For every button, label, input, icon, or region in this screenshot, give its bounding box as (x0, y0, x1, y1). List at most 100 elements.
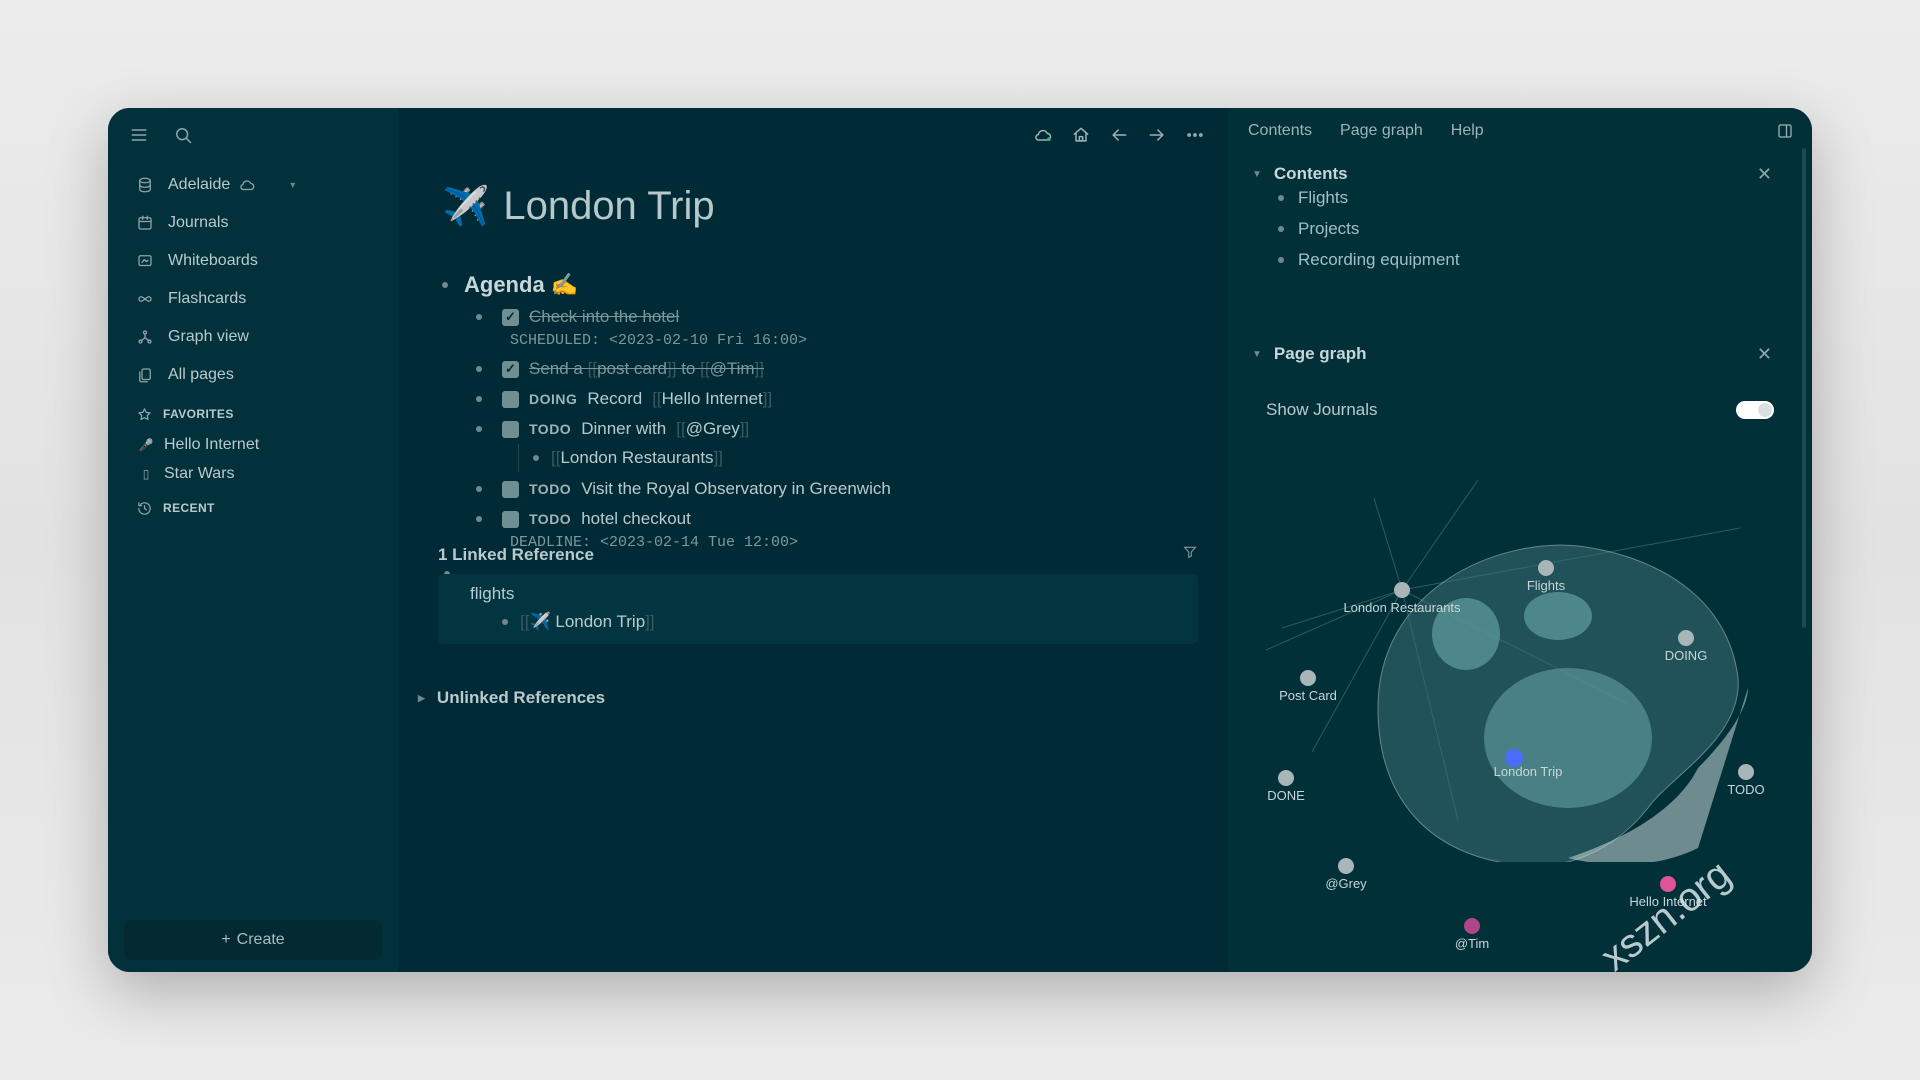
ref-bracket-close: ]] (713, 448, 724, 467)
back-arrow-icon[interactable] (1106, 122, 1132, 148)
graph-node-dot[interactable] (1464, 918, 1480, 934)
sidebar-item-flashcards[interactable]: Flashcards (128, 280, 378, 318)
task-checkbox[interactable]: ✓ (502, 360, 519, 378)
block-bullet[interactable] (442, 282, 448, 288)
child-block-london-restaurants[interactable]: [[London Restaurants]] (518, 444, 1198, 472)
page-ref-hello-internet[interactable]: Hello Internet (662, 389, 763, 408)
sidebar-item-all-pages[interactable]: All pages (128, 356, 378, 394)
task-marker-todo[interactable]: TODO (529, 421, 571, 437)
task-marker-doing[interactable]: DOING (529, 391, 577, 407)
recent-header[interactable]: RECENT (128, 492, 378, 524)
page-ref-grey[interactable]: @Grey (686, 419, 740, 438)
graph-node-label: Flights (1527, 578, 1566, 593)
page-ref-post-card[interactable]: post card (597, 359, 667, 378)
block-bullet[interactable] (476, 314, 482, 320)
task-checkbox[interactable] (502, 480, 519, 498)
sidebar-item-whiteboards[interactable]: Whiteboards (128, 242, 378, 280)
task-text: Send a [[post card]] to [[@Tim]] (529, 359, 764, 378)
graph-node-label: London Restaurants (1343, 600, 1461, 615)
task-dinner-with-grey[interactable]: TODO Dinner with [[@Grey]] (476, 414, 1198, 444)
page-icon: ▯ (142, 466, 150, 481)
chevron-down-icon[interactable]: ▼ (1252, 169, 1262, 180)
graph-node-dot[interactable] (1338, 858, 1354, 874)
create-button[interactable]: + Create (124, 920, 382, 960)
scheduled-date[interactable]: SCHEDULED: <2023-02-10 Fri 16:00> (510, 332, 1198, 354)
contents-item[interactable]: Recording equipment (1278, 244, 1460, 275)
task-checkbox[interactable] (502, 390, 519, 408)
sidebar-item-journals[interactable]: Journals (128, 204, 378, 242)
agenda-block[interactable]: Agenda ✍️ (438, 268, 1198, 302)
graph-selector[interactable]: Adelaide ▾ (128, 166, 378, 204)
unlinked-references-toggle[interactable]: ▶ Unlinked References (418, 688, 605, 708)
block-bullet[interactable] (476, 426, 482, 432)
page-title-text[interactable]: London Trip (503, 184, 714, 229)
main-toolbar (1030, 122, 1208, 148)
ref-bracket-close: ]] (754, 359, 764, 378)
task-checkbox[interactable]: ✓ (502, 308, 519, 326)
filter-icon[interactable] (1182, 544, 1198, 565)
task-checkbox[interactable] (502, 510, 519, 528)
sidebar-item-graph-view[interactable]: Graph view (128, 318, 378, 356)
graph-node-dot[interactable] (1678, 630, 1694, 646)
page-graph-section-header[interactable]: ▼ Page graph ✕ (1252, 344, 1772, 364)
page-ref-london-trip[interactable]: London Trip (555, 612, 645, 631)
task-checkbox[interactable] (502, 420, 519, 438)
chevron-down-icon[interactable]: ▾ (290, 180, 295, 191)
sync-cloud-icon[interactable] (1030, 122, 1056, 148)
graph-node-dot[interactable] (1538, 560, 1554, 576)
toggle-right-sidebar-icon[interactable] (1776, 122, 1794, 145)
graph-node-tim[interactable]: @Tim (1455, 918, 1489, 951)
favorites-header[interactable]: FAVORITES (128, 398, 378, 430)
task-marker-todo[interactable]: TODO (529, 481, 571, 497)
favorite-item-hello-internet[interactable]: 🎤 Hello Internet (128, 430, 378, 459)
page-title[interactable]: ✈️ London Trip (442, 184, 715, 229)
task-hotel-checkout[interactable]: TODO hotel checkout (476, 504, 1198, 534)
task-text: hotel checkout (581, 509, 691, 528)
block-bullet[interactable] (476, 366, 482, 372)
block-bullet[interactable] (502, 619, 508, 625)
page-ref-london-restaurants[interactable]: London Restaurants (560, 448, 713, 467)
tab-contents[interactable]: Contents (1248, 122, 1312, 140)
favorite-item-star-wars[interactable]: ▯ Star Wars (128, 459, 378, 488)
graph-node-dot[interactable] (1300, 670, 1316, 686)
close-icon[interactable]: ✕ (1757, 164, 1772, 185)
block-bullet[interactable] (476, 396, 482, 402)
search-icon[interactable] (170, 122, 196, 148)
graph-node-label: @Tim (1455, 936, 1489, 951)
linked-page-name[interactable]: flights (470, 584, 514, 604)
contents-item[interactable]: Flights (1278, 182, 1460, 213)
task-send-post-card[interactable]: ✓ Send a [[post card]] to [[@Tim]] (476, 354, 1198, 384)
show-journals-toggle[interactable] (1736, 401, 1774, 419)
ref-bracket-open: [[ (587, 359, 598, 378)
task-text: Dinner with (581, 419, 667, 438)
graph-node-post-card[interactable]: Post Card (1279, 670, 1337, 703)
contents-section-header[interactable]: ▼ Contents ✕ (1252, 164, 1772, 184)
page-graph-canvas-lower[interactable]: @Grey Hello Internet @Tim xszn.org (1228, 718, 1798, 972)
task-visit-observatory[interactable]: TODO Visit the Royal Observatory in Gree… (476, 474, 1198, 504)
linked-reference-block[interactable]: [[✈️ London Trip]] (502, 612, 655, 632)
forward-arrow-icon[interactable] (1144, 122, 1170, 148)
ref-bracket-open: [[ (676, 419, 686, 438)
chevron-down-icon[interactable]: ▼ (1252, 349, 1262, 360)
tab-help[interactable]: Help (1451, 122, 1484, 140)
menu-icon[interactable] (126, 122, 152, 148)
close-icon[interactable]: ✕ (1757, 344, 1772, 365)
block-bullet[interactable] (476, 516, 482, 522)
home-icon[interactable] (1068, 122, 1094, 148)
graph-node-dot[interactable] (1394, 582, 1410, 598)
task-record-hello-internet[interactable]: DOING Record [[Hello Internet]] (476, 384, 1198, 414)
graph-node-grey[interactable]: @Grey (1325, 858, 1367, 891)
block-bullet[interactable] (533, 455, 539, 461)
block-bullet[interactable] (476, 486, 482, 492)
show-journals-row: Show Journals (1266, 400, 1774, 420)
right-panel-scrollbar[interactable] (1802, 148, 1806, 628)
writing-hand-icon: ✍️ (550, 272, 579, 297)
agenda-heading: Agenda (464, 272, 545, 297)
task-marker-todo[interactable]: TODO (529, 511, 571, 527)
contents-item[interactable]: Projects (1278, 213, 1460, 244)
more-icon[interactable] (1182, 122, 1208, 148)
page-ref-tim[interactable]: @Tim (710, 359, 755, 378)
tab-page-graph[interactable]: Page graph (1340, 122, 1423, 140)
right-panel-tabs: Contents Page graph Help (1248, 122, 1484, 140)
task-check-into-hotel[interactable]: ✓ Check into the hotel (476, 302, 1198, 332)
